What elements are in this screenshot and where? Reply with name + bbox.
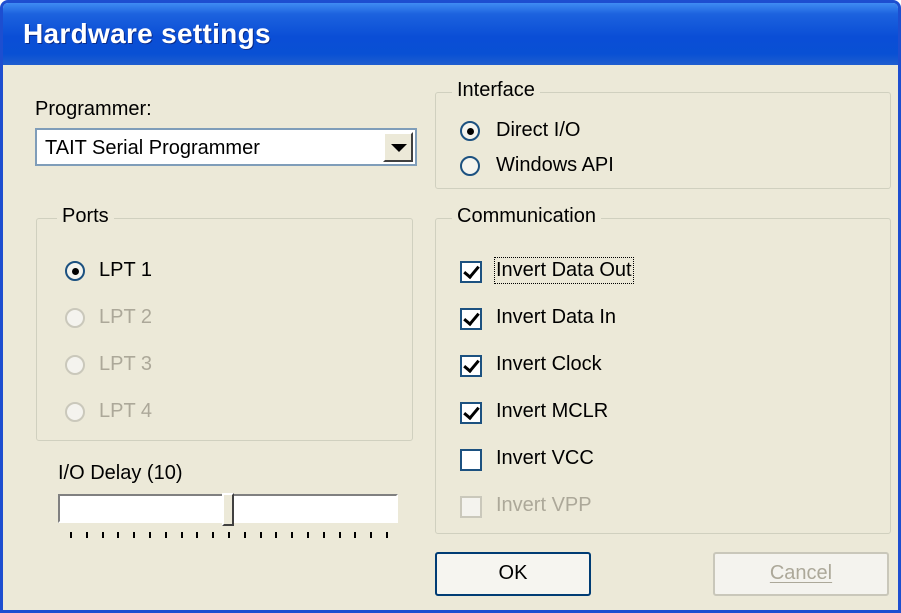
direct-io-label[interactable]: Direct I/O bbox=[496, 119, 580, 142]
io-delay-slider[interactable] bbox=[58, 493, 398, 526]
slider-tick bbox=[291, 532, 294, 538]
invert-clock-label[interactable]: Invert Clock bbox=[496, 353, 602, 376]
interface-group: Interface Direct I/O Windows API bbox=[435, 79, 891, 189]
invert-vcc-label[interactable]: Invert VCC bbox=[496, 447, 594, 470]
slider-tick bbox=[338, 532, 341, 538]
slider-tick bbox=[307, 532, 309, 538]
checkbox-invert-vpp bbox=[460, 496, 482, 518]
slider-tick bbox=[70, 532, 72, 538]
communication-group: Communication Invert Data Out Invert Dat… bbox=[435, 205, 891, 534]
radio-lpt4 bbox=[65, 402, 85, 422]
checkbox-invert-mclr[interactable] bbox=[460, 402, 482, 424]
ports-group: Ports LPT 1 LPT 2 LPT 3 LPT 4 bbox=[36, 205, 413, 441]
programmer-selected-value: TAIT Serial Programmer bbox=[45, 137, 260, 159]
slider-tick bbox=[354, 532, 357, 538]
lpt3-label: LPT 3 bbox=[99, 353, 152, 375]
radio-lpt3 bbox=[65, 355, 85, 375]
invert-data-out-label[interactable]: Invert Data Out bbox=[494, 257, 634, 284]
slider-tick bbox=[275, 532, 278, 538]
lpt4-label: LPT 4 bbox=[99, 400, 152, 422]
ok-button[interactable]: OK bbox=[435, 552, 591, 596]
slider-tick bbox=[133, 532, 136, 538]
io-delay-label: I/O Delay (10) bbox=[58, 462, 183, 484]
checkbox-invert-clock[interactable] bbox=[460, 355, 482, 377]
invert-data-in-label[interactable]: Invert Data In bbox=[496, 306, 616, 329]
window-title: Hardware settings bbox=[23, 18, 271, 49]
radio-lpt1[interactable] bbox=[65, 261, 85, 281]
programmer-label: Programmer: bbox=[35, 98, 152, 120]
communication-group-title: Communication bbox=[452, 205, 601, 228]
slider-tick bbox=[180, 532, 183, 538]
slider-tick bbox=[228, 532, 230, 538]
invert-vpp-label: Invert VPP bbox=[496, 494, 592, 516]
slider-tick bbox=[149, 532, 151, 538]
chevron-down-icon bbox=[391, 144, 407, 152]
programmer-dropdown[interactable]: TAIT Serial Programmer bbox=[35, 128, 417, 166]
checkbox-invert-data-out[interactable] bbox=[460, 261, 482, 283]
cancel-button-label: Cancel bbox=[769, 562, 833, 584]
slider-tick bbox=[117, 532, 120, 538]
slider-tick bbox=[243, 532, 246, 538]
slider-thumb[interactable] bbox=[222, 493, 234, 526]
checkbox-invert-data-in[interactable] bbox=[460, 308, 482, 330]
radio-lpt2 bbox=[65, 308, 85, 328]
checkbox-invert-vcc[interactable] bbox=[460, 449, 482, 471]
title-bar[interactable]: Hardware settings bbox=[3, 3, 898, 65]
radio-direct-io[interactable] bbox=[460, 121, 480, 141]
slider-ticks bbox=[58, 532, 398, 542]
hardware-settings-dialog: Hardware settings Programmer: TAIT Seria… bbox=[0, 0, 901, 613]
interface-group-title: Interface bbox=[452, 79, 540, 102]
slider-tick bbox=[212, 532, 215, 538]
radio-windows-api[interactable] bbox=[460, 156, 480, 176]
dialog-body: Programmer: TAIT Serial Programmer Inter… bbox=[3, 65, 898, 610]
slider-tick bbox=[101, 532, 104, 538]
invert-mclr-label[interactable]: Invert MCLR bbox=[496, 400, 608, 423]
slider-tick bbox=[322, 532, 325, 538]
slider-tick bbox=[196, 532, 199, 538]
slider-tick bbox=[386, 532, 388, 538]
dropdown-button[interactable] bbox=[383, 132, 413, 162]
slider-tick bbox=[259, 532, 262, 538]
lpt2-label: LPT 2 bbox=[99, 306, 152, 328]
windows-api-label[interactable]: Windows API bbox=[496, 154, 614, 177]
slider-tick bbox=[370, 532, 373, 538]
slider-tick bbox=[164, 532, 167, 538]
lpt1-label[interactable]: LPT 1 bbox=[99, 259, 152, 282]
slider-tick bbox=[85, 532, 88, 538]
ports-group-title: Ports bbox=[57, 205, 114, 228]
cancel-button: Cancel bbox=[713, 552, 889, 596]
